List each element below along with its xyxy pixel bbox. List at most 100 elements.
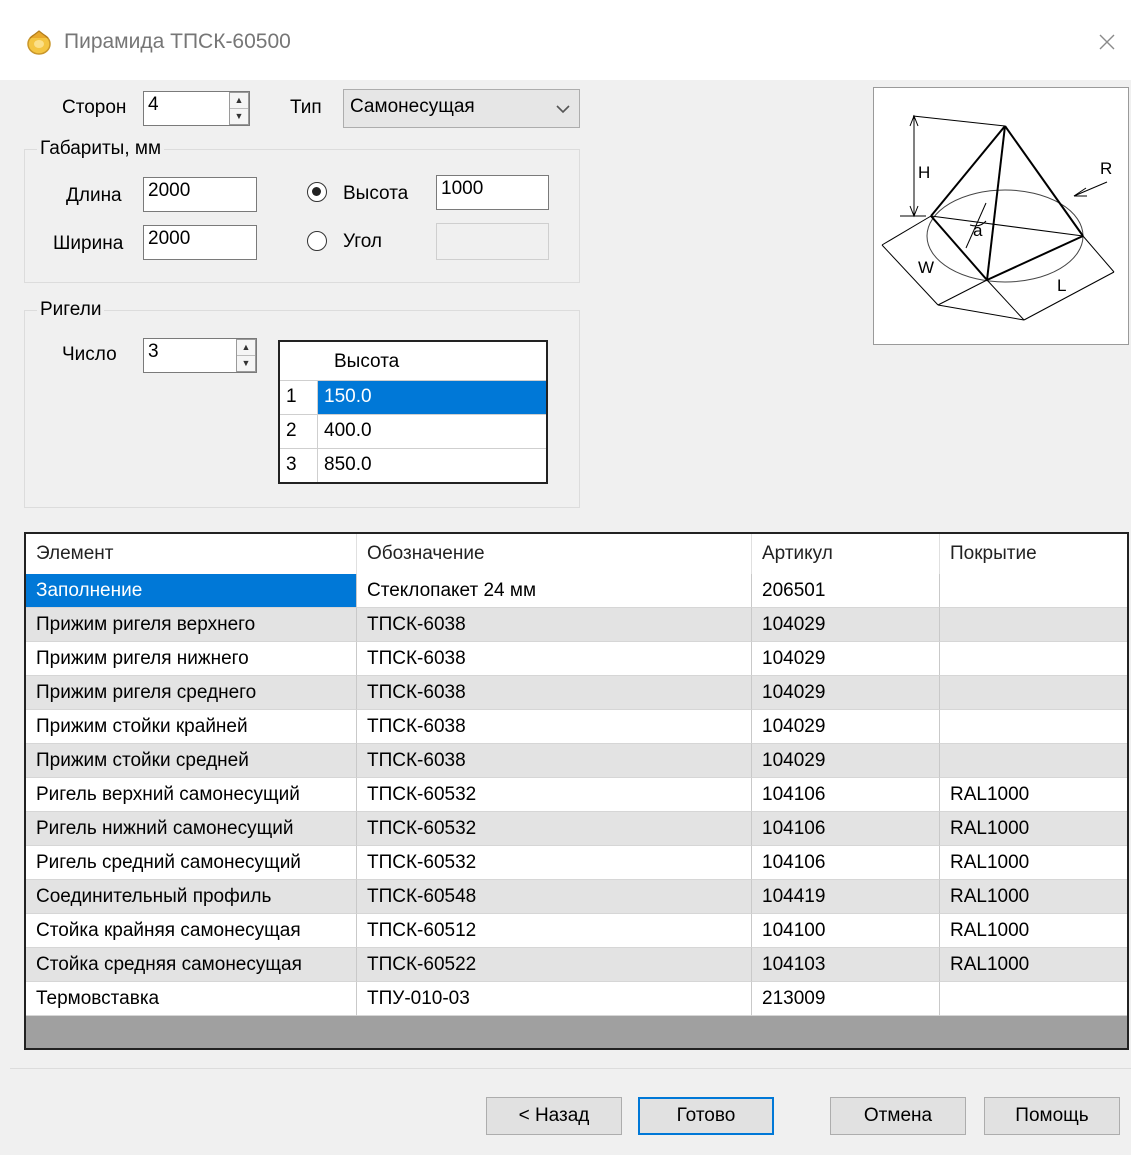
spin-down-icon[interactable]: ▼ [230, 109, 248, 125]
cell-article[interactable]: 104029 [752, 676, 940, 710]
dialog-window: Пирамида ТПСК-60500 Сторон 4 ▲ ▼ Тип Сам… [0, 0, 1131, 1155]
table-row[interactable]: Прижим ригеля среднего ТПСК-6038 104029 [26, 676, 1127, 710]
table-row[interactable]: Соединительный профиль ТПСК-60548 104419 RA… [26, 880, 1127, 914]
table-row[interactable]: Прижим стойки крайней ТПСК-6038 104029 [26, 710, 1127, 744]
angle-radio[interactable] [307, 231, 327, 251]
cell-article[interactable]: 104029 [752, 642, 940, 676]
grid-row-number: 1 [280, 380, 318, 414]
help-button[interactable]: Помощь [984, 1097, 1120, 1135]
grid-cell-height[interactable]: 400.0 [318, 414, 546, 448]
table-row[interactable]: Ригель верхний самонесущий ТПСК-60532 1041… [26, 778, 1127, 812]
cell-coating[interactable]: RAL1000 [940, 880, 1127, 914]
table-row[interactable]: Ригель средний самонесущий ТПСК-60532 1041… [26, 846, 1127, 880]
cell-coating[interactable]: RAL1000 [940, 846, 1127, 880]
cell-designation[interactable]: ТПСК-6038 [357, 710, 752, 744]
column-header-designation[interactable]: Обозначение [357, 534, 752, 574]
column-header-article[interactable]: Артикул [752, 534, 940, 574]
table-row[interactable]: Стойка средняя самонесущая ТПСК-60522 1041… [26, 948, 1127, 982]
title-bar: Пирамида ТПСК-60500 [0, 0, 1131, 80]
grid-row[interactable]: 3 850.0 [280, 448, 546, 482]
cell-article[interactable]: 104029 [752, 608, 940, 642]
length-input[interactable]: 2000 [143, 177, 257, 212]
cell-article[interactable]: 104106 [752, 778, 940, 812]
table-row[interactable]: Термовставка ТПУ-010-03 213009 [26, 982, 1127, 1016]
cell-designation[interactable]: ТПСК-6038 [357, 608, 752, 642]
angle-radio-label[interactable]: Угол [343, 231, 382, 253]
spin-down-icon[interactable]: ▼ [237, 356, 255, 372]
grid-row[interactable]: 1 150.0 [280, 380, 546, 414]
spin-up-icon[interactable]: ▲ [230, 93, 248, 109]
cell-element[interactable]: Прижим ригеля среднего [26, 676, 357, 710]
cell-article[interactable]: 104029 [752, 744, 940, 778]
height-radio[interactable] [307, 182, 327, 202]
cell-article[interactable]: 104100 [752, 914, 940, 948]
cell-designation[interactable]: ТПСК-60532 [357, 812, 752, 846]
cell-coating[interactable] [940, 710, 1127, 744]
spin-up-icon[interactable]: ▲ [237, 340, 255, 356]
cell-designation[interactable]: ТПСК-6038 [357, 744, 752, 778]
cell-article[interactable]: 104419 [752, 880, 940, 914]
cell-element[interactable]: Прижим стойки крайней [26, 710, 357, 744]
cell-element[interactable]: Термовставка [26, 982, 357, 1016]
cell-designation[interactable]: ТПСК-60532 [357, 778, 752, 812]
width-input[interactable]: 2000 [143, 225, 257, 260]
column-header-element[interactable]: Элемент [26, 534, 357, 574]
cell-article[interactable]: 104103 [752, 948, 940, 982]
cell-article[interactable]: 104029 [752, 710, 940, 744]
table-row[interactable]: Ригель нижний самонесущий ТПСК-60532 10410… [26, 812, 1127, 846]
cell-designation[interactable]: ТПСК-60548 [357, 880, 752, 914]
cell-element[interactable]: Стойка средняя самонесущая [26, 948, 357, 982]
cell-element[interactable]: Прижим стойки средней [26, 744, 357, 778]
close-icon[interactable] [1093, 28, 1121, 56]
back-button[interactable]: < Назад [486, 1097, 622, 1135]
cell-coating[interactable] [940, 676, 1127, 710]
cell-coating[interactable]: RAL1000 [940, 948, 1127, 982]
height-input[interactable]: 1000 [436, 175, 549, 210]
transom-count-spinner[interactable]: ▲ ▼ [236, 339, 256, 372]
cell-coating[interactable]: RAL1000 [940, 812, 1127, 846]
sides-spinner[interactable]: ▲ ▼ [229, 92, 249, 125]
cell-coating[interactable] [940, 642, 1127, 676]
height-radio-label[interactable]: Высота [343, 183, 408, 205]
cell-article[interactable]: 104106 [752, 846, 940, 880]
cell-designation[interactable]: Стеклопакет 24 мм [357, 574, 752, 608]
window-title: Пирамида ТПСК-60500 [64, 30, 291, 53]
grid-cell-height[interactable]: 150.0 [318, 380, 546, 414]
cell-article[interactable]: 213009 [752, 982, 940, 1016]
cell-element[interactable]: Ригель средний самонесущий [26, 846, 357, 880]
cell-designation[interactable]: ТПСК-6038 [357, 676, 752, 710]
cancel-button[interactable]: Отмена [830, 1097, 966, 1135]
cell-designation[interactable]: ТПСК-60522 [357, 948, 752, 982]
cell-designation[interactable]: ТПСК-6038 [357, 642, 752, 676]
cell-designation[interactable]: ТПУ-010-03 [357, 982, 752, 1016]
cell-designation[interactable]: ТПСК-60512 [357, 914, 752, 948]
cell-element[interactable]: Заполнение [26, 574, 357, 608]
table-row[interactable]: Прижим ригеля верхнего ТПСК-6038 104029 [26, 608, 1127, 642]
grid-row[interactable]: 2 400.0 [280, 414, 546, 448]
cell-coating[interactable] [940, 982, 1127, 1016]
cell-article[interactable]: 206501 [752, 574, 940, 608]
cell-element[interactable]: Прижим ригеля верхнего [26, 608, 357, 642]
grid-cell-height[interactable]: 850.0 [318, 448, 546, 482]
app-icon [27, 30, 51, 55]
cell-element[interactable]: Соединительный профиль [26, 880, 357, 914]
cell-article[interactable]: 104106 [752, 812, 940, 846]
table-row[interactable]: Прижим ригеля нижнего ТПСК-6038 104029 [26, 642, 1127, 676]
cell-coating[interactable]: RAL1000 [940, 914, 1127, 948]
cell-element[interactable]: Ригель нижний самонесущий [26, 812, 357, 846]
cell-element[interactable]: Стойка крайняя самонесущая [26, 914, 357, 948]
table-row[interactable]: Заполнение Стеклопакет 24 мм 206501 [26, 574, 1127, 608]
finish-button[interactable]: Готово [638, 1097, 774, 1135]
type-select[interactable]: Самонесущая [343, 89, 580, 128]
table-row[interactable]: Стойка крайняя самонесущая ТПСК-60512 1041… [26, 914, 1127, 948]
cell-element[interactable]: Ригель верхний самонесущий [26, 778, 357, 812]
type-label: Тип [290, 97, 322, 118]
cell-coating[interactable] [940, 608, 1127, 642]
cell-designation[interactable]: ТПСК-60532 [357, 846, 752, 880]
table-row[interactable]: Прижим стойки средней ТПСК-6038 104029 [26, 744, 1127, 778]
cell-element[interactable]: Прижим ригеля нижнего [26, 642, 357, 676]
column-header-coating[interactable]: Покрытие [940, 534, 1127, 574]
cell-coating[interactable] [940, 744, 1127, 778]
cell-coating[interactable]: RAL1000 [940, 778, 1127, 812]
cell-coating[interactable] [940, 574, 1127, 608]
